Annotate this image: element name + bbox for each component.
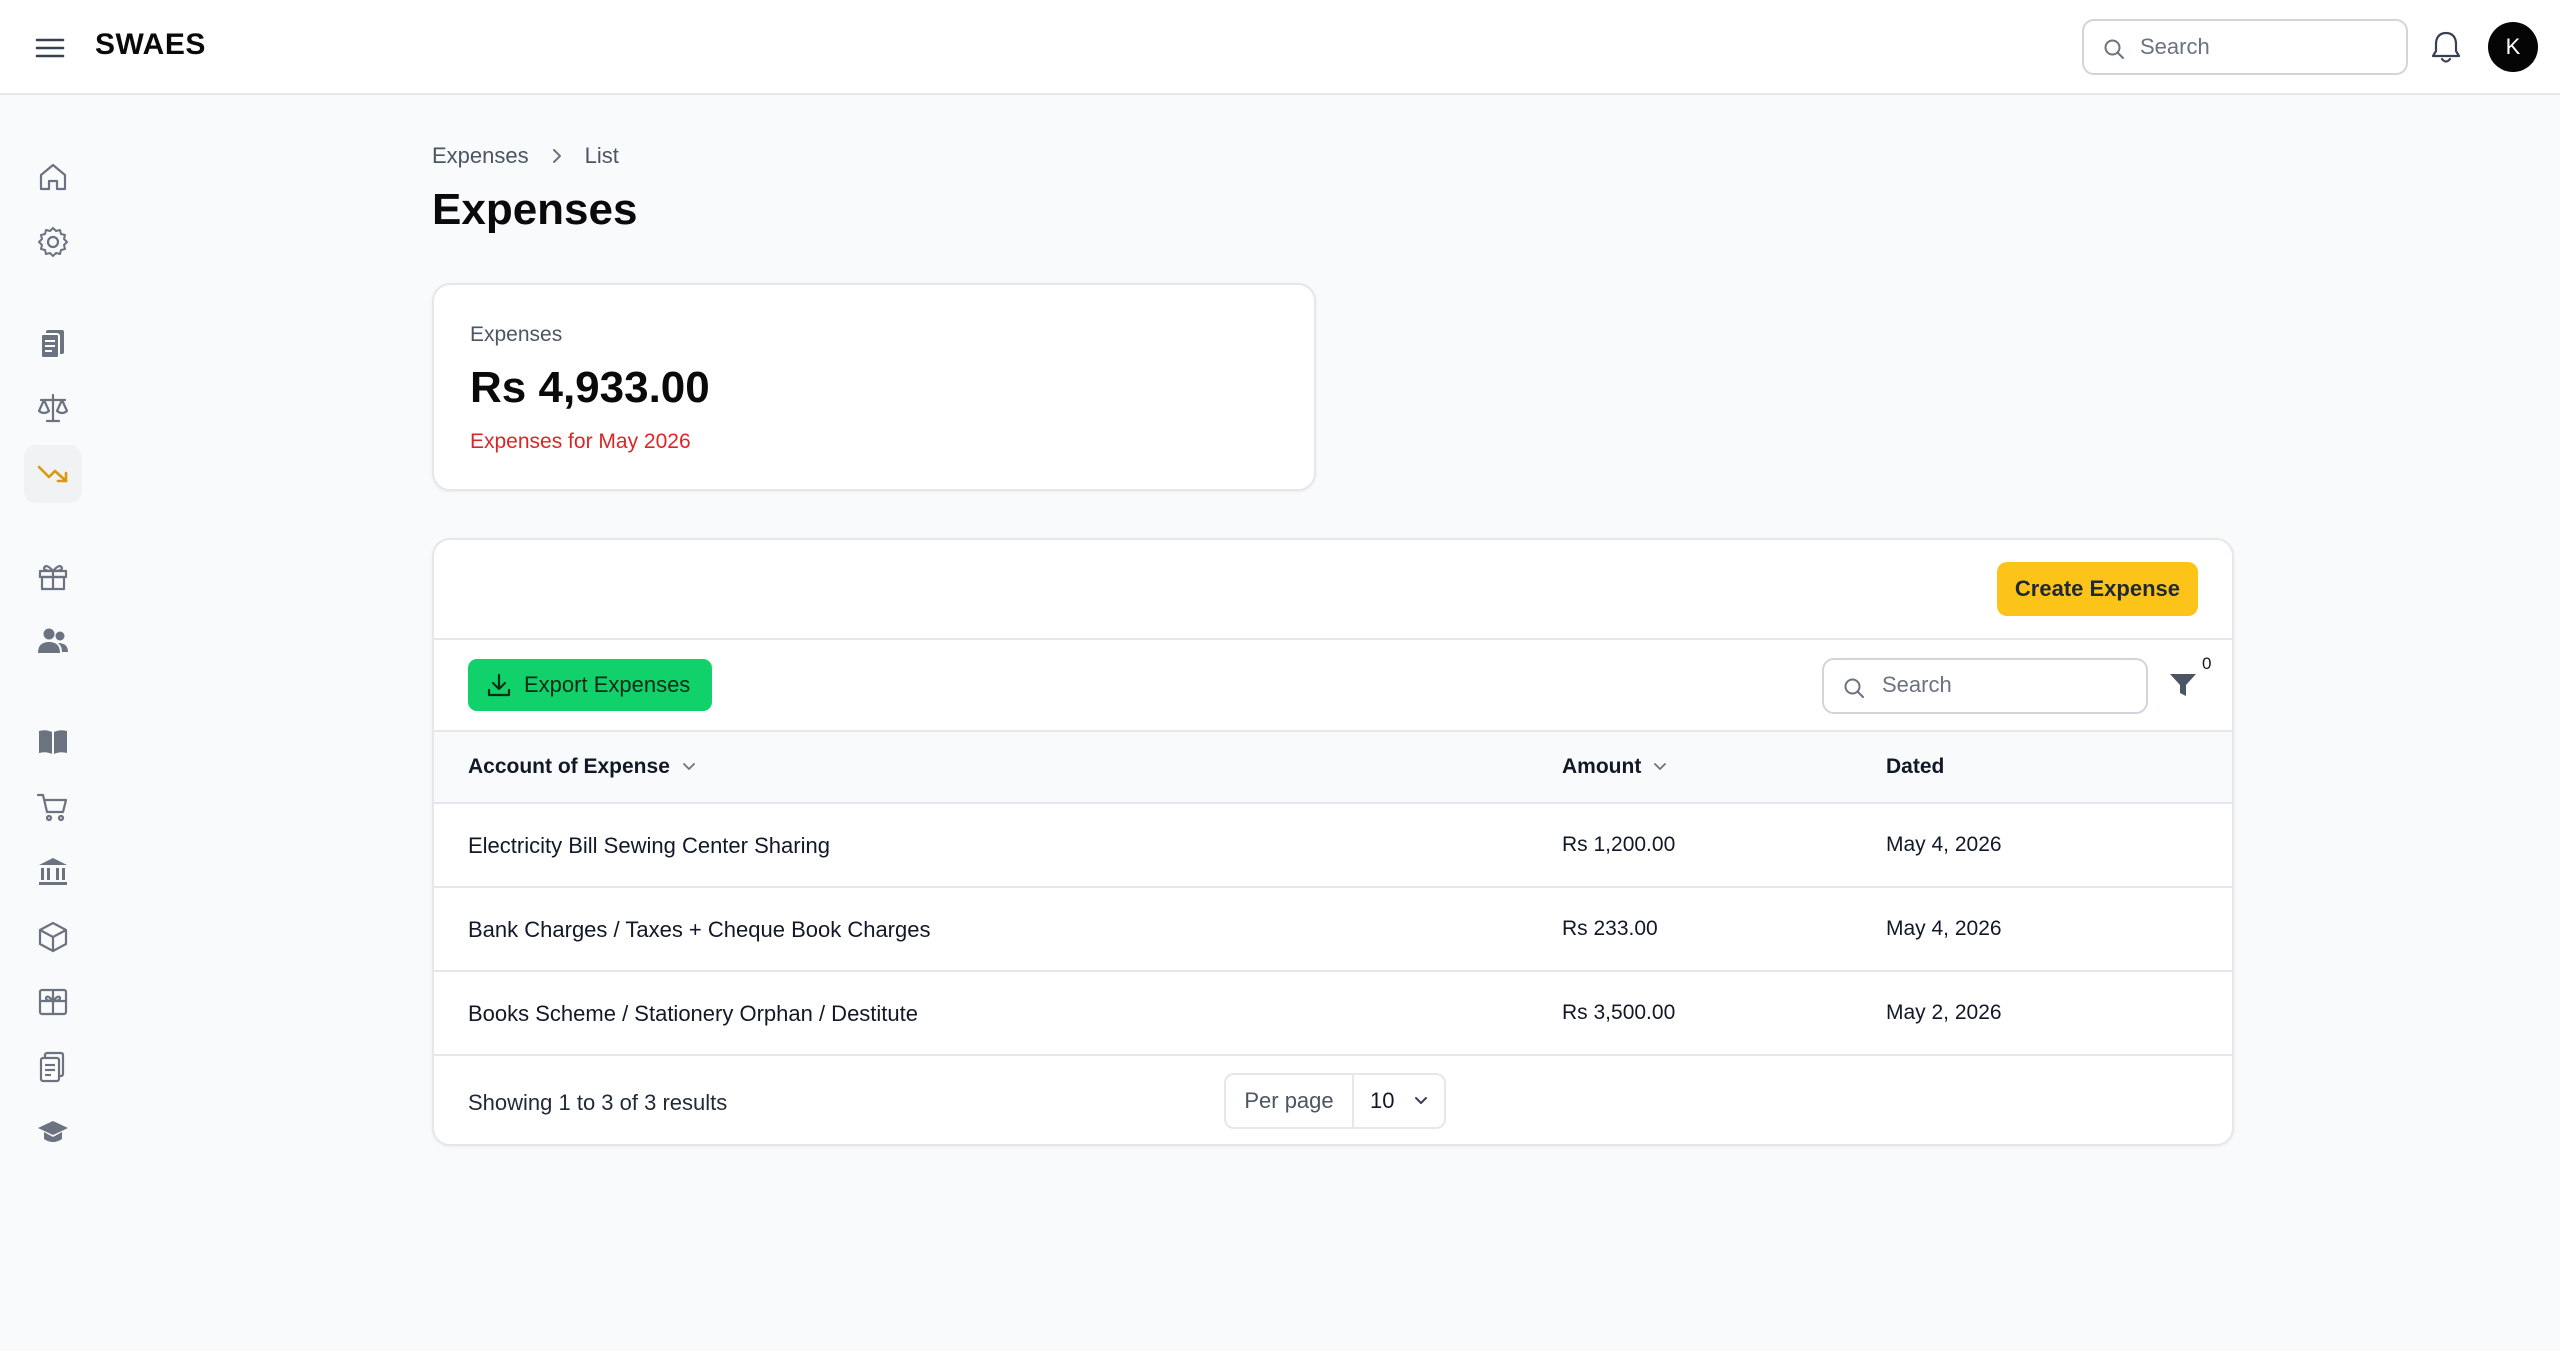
home-icon[interactable] [24,148,82,206]
notifications-bell-icon[interactable] [2428,28,2464,71]
cell-account: Bank Charges / Taxes + Cheque Book Charg… [468,917,931,942]
scale-icon[interactable] [24,379,82,437]
global-search-input[interactable] [2140,34,2390,60]
per-page-control: Per page 10 [1224,1073,1446,1129]
chevron-down-icon [682,763,695,770]
cell-account: Books Scheme / Stationery Orphan / Desti… [468,1001,919,1026]
cart-icon[interactable] [24,778,82,836]
stat-value: Rs 4,933.00 [470,363,710,412]
table-search[interactable] [1822,658,2148,714]
table-row[interactable]: Books Scheme / Stationery Orphan / Desti… [434,972,2232,1056]
column-header-amount-label: Amount [1562,755,1642,778]
clipboard-icon[interactable] [24,1038,82,1096]
table-search-input[interactable] [1882,672,2132,698]
stat-description: Expenses for May 2026 [470,430,691,453]
trending-down-icon[interactable] [24,445,82,503]
global-search[interactable] [2082,19,2408,75]
breadcrumb-list: List [584,143,619,168]
gift-box-icon[interactable] [24,973,82,1031]
table-row[interactable]: Bank Charges / Taxes + Cheque Book Charg… [434,888,2232,972]
per-page-select[interactable]: 10 [1354,1075,1444,1127]
export-expenses-label: Export Expenses [524,672,691,697]
expenses-stat-card: Expenses Rs 4,933.00 Expenses for May 20… [432,283,1316,491]
per-page-label: Per page [1226,1075,1354,1127]
table-toolbar: Export Expenses 0 [434,640,2232,732]
gift-icon[interactable] [24,547,82,605]
cell-dated: May 4, 2026 [1886,833,2002,856]
search-icon [2104,39,2124,59]
cell-amount: Rs 233.00 [1562,917,1658,940]
expenses-table-card: Create Expense Export Expenses 0 Account… [432,538,2234,1146]
sidebar [0,96,108,1351]
chevron-down-icon [1654,763,1667,770]
export-expenses-button[interactable]: Export Expenses [468,659,712,711]
bank-icon[interactable] [24,843,82,901]
cube-icon[interactable] [24,908,82,966]
search-icon [1844,678,1864,698]
table-footer: Showing 1 to 3 of 3 results Per page 10 [434,1056,2232,1144]
column-header-account[interactable]: Account of Expense [468,755,698,779]
cell-account: Electricity Bill Sewing Center Sharing [468,833,830,858]
per-page-value: 10 [1370,1088,1395,1113]
table-card-header: Create Expense [434,540,2232,640]
table-row[interactable]: Electricity Bill Sewing Center Sharing R… [434,804,2232,888]
user-avatar[interactable]: K [2488,22,2538,72]
breadcrumb-expenses[interactable]: Expenses [432,143,529,169]
documents-icon[interactable] [24,314,82,372]
cell-amount: Rs 3,500.00 [1562,1001,1676,1024]
graduation-cap-icon[interactable] [24,1103,82,1161]
book-icon[interactable] [24,713,82,771]
cell-amount: Rs 1,200.00 [1562,833,1676,856]
page-title: Expenses [432,185,638,234]
filter-icon[interactable] [2168,670,2198,705]
create-expense-button[interactable]: Create Expense [1996,562,2198,616]
stat-label: Expenses [470,323,563,346]
results-summary: Showing 1 to 3 of 3 results [468,1090,728,1115]
menu-icon[interactable] [32,30,68,66]
users-icon[interactable] [24,612,82,670]
column-header-dated-label: Dated [1886,755,1945,778]
table-header: Account of Expense Amount Dated [434,732,2232,804]
chevron-right-icon [549,146,565,166]
gear-icon[interactable] [24,213,82,271]
column-header-account-label: Account of Expense [468,755,670,778]
cell-dated: May 2, 2026 [1886,1001,2002,1024]
top-bar: SWAES K [0,0,2560,95]
brand-logo[interactable]: SWAES [95,28,206,62]
download-icon [487,673,511,697]
breadcrumb: Expenses List [432,143,619,169]
column-header-amount[interactable]: Amount [1562,755,1669,779]
column-header-dated: Dated [1886,755,1944,779]
chevron-down-icon [1415,1097,1428,1104]
filter-count-badge: 0 [2202,654,2212,673]
cell-dated: May 4, 2026 [1886,917,2002,940]
